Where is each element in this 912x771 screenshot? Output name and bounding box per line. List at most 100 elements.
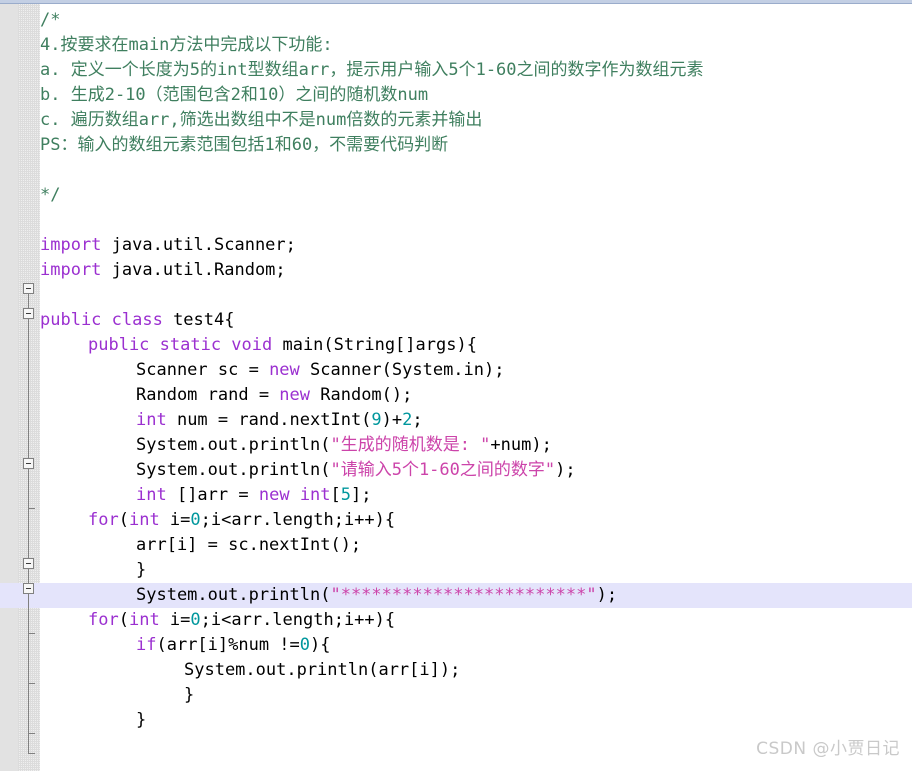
token-plain: Scanner sc = bbox=[136, 360, 270, 380]
token-plain: ); bbox=[555, 460, 576, 480]
token-keyword: new bbox=[269, 360, 300, 380]
token-plain: ;i<arr.length;i++){ bbox=[200, 610, 396, 630]
token-plain: [ bbox=[330, 485, 341, 505]
token-number: 0 bbox=[190, 610, 201, 630]
token-plain: i= bbox=[159, 510, 191, 530]
code-line[interactable]: System.out.println("请输入5个1-60之间的数字"); bbox=[40, 458, 576, 483]
fold-end-tick bbox=[28, 633, 35, 634]
code-line[interactable]: System.out.println("生成的随机数是: "+num); bbox=[40, 433, 552, 458]
fold-collapse-box[interactable] bbox=[23, 458, 34, 469]
token-keyword: new bbox=[279, 385, 311, 405]
code-line[interactable]: System.out.println("********************… bbox=[40, 583, 617, 608]
token-keyword: for bbox=[88, 510, 119, 530]
code-line[interactable]: import java.util.Random; bbox=[40, 258, 286, 283]
token-keyword: new bbox=[258, 485, 290, 505]
code-line[interactable]: arr[i] = sc.nextInt(); bbox=[40, 533, 361, 558]
token-keyword: int bbox=[299, 485, 331, 505]
token-plain: ); bbox=[596, 585, 618, 605]
fold-collapse-box[interactable] bbox=[23, 283, 34, 294]
code-line[interactable]: } bbox=[40, 708, 146, 733]
code-line[interactable]: b. 生成2-10（范围包含2和10）之间的随机数num bbox=[40, 83, 428, 108]
code-folding-gutter[interactable] bbox=[18, 4, 40, 771]
code-line[interactable]: } bbox=[40, 558, 146, 583]
token-plain: Random rand = bbox=[136, 385, 280, 405]
token-keyword: import bbox=[40, 235, 102, 255]
code-line[interactable]: System.out.println(arr[i]); bbox=[40, 658, 460, 683]
token-keyword: int bbox=[128, 610, 160, 630]
editor-outer-margin bbox=[0, 4, 18, 771]
code-line[interactable]: */ bbox=[40, 183, 60, 208]
fold-end-tick bbox=[28, 753, 35, 754]
fold-collapse-box[interactable] bbox=[23, 583, 34, 594]
fold-end-tick bbox=[28, 683, 35, 684]
fold-end-tick bbox=[28, 733, 35, 734]
code-line[interactable]: if(arr[i]%num !=0){ bbox=[40, 633, 331, 658]
code-line[interactable]: a. 定义一个长度为5的int型数组arr，提示用户输入5个1-60之间的数字作… bbox=[40, 58, 704, 83]
code-line[interactable]: c. 遍历数组arr,筛选出数组中不是num倍数的元素并输出 bbox=[40, 108, 482, 133]
token-plain: test4{ bbox=[162, 310, 235, 330]
token-string: "生成的随机数是: " bbox=[330, 435, 491, 455]
token-plain: ( bbox=[118, 610, 129, 630]
code-line[interactable]: Random rand = new Random(); bbox=[40, 383, 412, 408]
code-line[interactable]: 4.按要求在main方法中完成以下功能: bbox=[40, 33, 333, 58]
token-plain: ; bbox=[412, 410, 423, 430]
token-keyword: for bbox=[88, 610, 119, 630]
token-plain: ){ bbox=[310, 635, 331, 655]
token-keyword: public static void bbox=[88, 335, 273, 355]
token-comment: b. 生成2-10（范围包含2和10）之间的随机数num bbox=[40, 85, 429, 105]
token-keyword: public class bbox=[40, 310, 163, 330]
token-plain: } bbox=[136, 710, 147, 730]
token-number: 9 bbox=[371, 410, 382, 430]
token-plain: main(String[]args){ bbox=[272, 335, 477, 355]
token-plain: java.util.Random; bbox=[101, 260, 286, 280]
code-line[interactable]: for(int i=0;i<arr.length;i++){ bbox=[40, 508, 395, 533]
code-line[interactable]: int num = rand.nextInt(9)+2; bbox=[40, 408, 423, 433]
code-line[interactable]: /* bbox=[40, 8, 60, 33]
code-line[interactable]: int []arr = new int[5]; bbox=[40, 483, 372, 508]
token-keyword: int bbox=[136, 485, 167, 505]
token-plain: System.out.println( bbox=[136, 435, 331, 455]
token-number: 2 bbox=[402, 410, 413, 430]
fold-collapse-box[interactable] bbox=[23, 308, 34, 319]
token-comment: a. 定义一个长度为5的int型数组arr，提示用户输入5个1-60之间的数字作… bbox=[40, 60, 704, 80]
token-plain: java.util.Scanner; bbox=[101, 235, 296, 255]
token-comment: c. 遍历数组arr,筛选出数组中不是num倍数的元素并输出 bbox=[40, 110, 483, 130]
fold-collapse-box[interactable] bbox=[23, 558, 34, 569]
code-line[interactable]: import java.util.Scanner; bbox=[40, 233, 296, 258]
code-line[interactable]: } bbox=[40, 683, 194, 708]
token-keyword: int bbox=[136, 410, 167, 430]
csdn-watermark: CSDN @小贾日记 bbox=[756, 739, 900, 759]
token-plain: ]; bbox=[351, 485, 372, 505]
code-line[interactable]: Scanner sc = new Scanner(System.in); bbox=[40, 358, 504, 383]
code-line[interactable]: public static void main(String[]args){ bbox=[40, 333, 477, 358]
token-comment: */ bbox=[40, 185, 61, 205]
token-plain: } bbox=[184, 685, 195, 705]
token-keyword: import bbox=[40, 260, 102, 280]
token-number: 0 bbox=[190, 510, 201, 530]
token-string: "请输入5个1-60之间的数字" bbox=[330, 460, 556, 480]
token-string: "************************" bbox=[330, 585, 597, 605]
token-plain: )+ bbox=[381, 410, 403, 430]
token-keyword: if bbox=[136, 635, 157, 655]
token-plain: num = rand.nextInt( bbox=[166, 410, 372, 430]
token-number: 5 bbox=[340, 485, 352, 505]
token-comment: PS：输入的数组元素范围包括1和60，不需要代码判断 bbox=[40, 135, 449, 155]
code-editor-window: /* 4.按要求在main方法中完成以下功能: a. 定义一个长度为5的int型数组… bbox=[0, 0, 912, 771]
token-plain: } bbox=[136, 560, 147, 580]
code-line[interactable]: for(int i=0;i<arr.length;i++){ bbox=[40, 608, 395, 633]
code-line[interactable]: public class test4{ bbox=[40, 308, 234, 333]
token-plain: ;i<arr.length;i++){ bbox=[200, 510, 396, 530]
code-text-area[interactable]: /* 4.按要求在main方法中完成以下功能: a. 定义一个长度为5的int型数组… bbox=[0, 4, 912, 771]
fold-end-tick bbox=[28, 508, 35, 509]
code-line[interactable]: PS：输入的数组元素范围包括1和60，不需要代码判断 bbox=[40, 133, 448, 158]
token-number: 0 bbox=[299, 635, 311, 655]
token-plain: i= bbox=[159, 610, 191, 630]
token-plain: System.out.println(arr[i]); bbox=[184, 660, 461, 680]
token-plain: System.out.println( bbox=[136, 585, 331, 605]
token-plain: Random(); bbox=[310, 385, 413, 405]
token-plain: (arr[i]%num != bbox=[156, 635, 300, 655]
token-comment: 4.按要求在main方法中完成以下功能: bbox=[40, 35, 333, 55]
token-plain: []arr = bbox=[166, 485, 259, 505]
token-plain: arr[i] = sc.nextInt(); bbox=[136, 535, 362, 555]
